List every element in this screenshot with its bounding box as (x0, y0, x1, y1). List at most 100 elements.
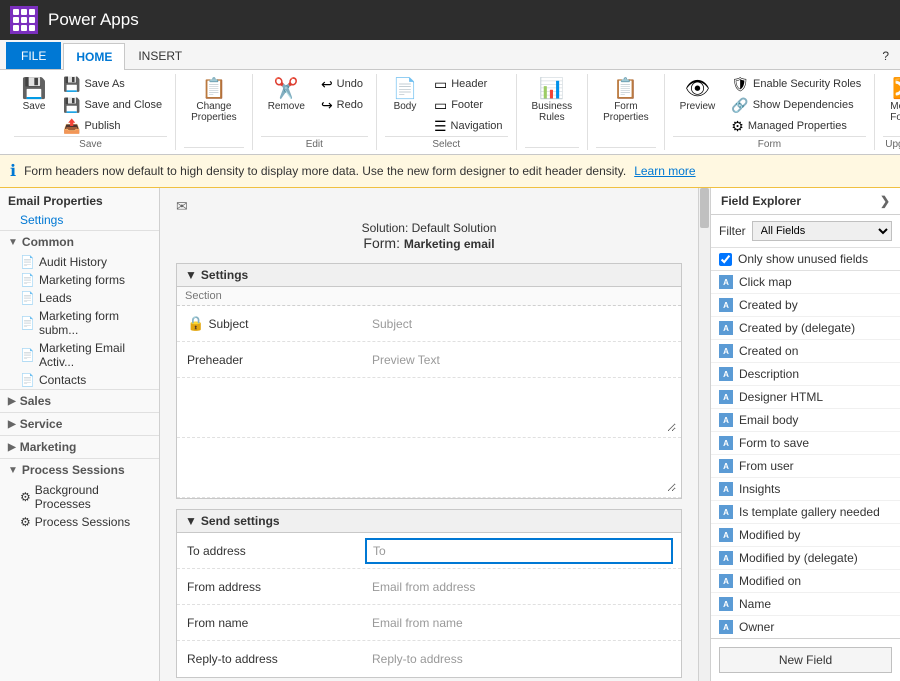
filter-select[interactable]: All Fields Required Fields Custom Fields (752, 221, 892, 241)
sidebar-marketing-forms[interactable]: 📄 Marketing forms (0, 271, 159, 289)
redo-label: Redo (337, 99, 363, 111)
sidebar-marketing-email-activ[interactable]: 📄 Marketing Email Activ... (0, 339, 159, 371)
field-list-item[interactable]: ACreated by (711, 294, 900, 317)
sidebar-background-processes[interactable]: ⚙ Background Processes (0, 481, 159, 513)
field-list-item[interactable]: AIs template gallery needed (711, 501, 900, 524)
sales-collapse-icon: ▶ (8, 396, 16, 407)
field-explorer-expand-icon[interactable]: ❯ (880, 194, 890, 208)
sidebar-process-sessions-section[interactable]: ▼ Process Sessions (0, 458, 159, 481)
tab-insert[interactable]: INSERT (125, 42, 195, 69)
body-button[interactable]: 📄 Body (385, 74, 425, 117)
contacts-icon: 📄 (20, 373, 35, 387)
textarea-row-1 (177, 378, 681, 438)
send-settings-label: Send settings (201, 514, 280, 528)
header-button[interactable]: ▭ Header (429, 74, 508, 94)
ribbon-group-edit: ✂️ Remove ↩ Undo ↪ Redo Edit (253, 74, 377, 150)
only-unused-checkbox[interactable] (719, 253, 732, 266)
form-editor-scrollbar[interactable] (698, 188, 710, 681)
preheader-input[interactable] (365, 348, 673, 372)
ps-collapse-icon: ▼ (8, 465, 18, 476)
field-list-item[interactable]: AOwner (711, 616, 900, 638)
sidebar-settings[interactable]: Settings (0, 210, 159, 230)
merge-forms-button[interactable]: 🔀 MergeForms (883, 74, 900, 128)
field-item-label: From user (739, 459, 794, 473)
ps-item-icon: ⚙ (20, 515, 31, 529)
undo-redo-group: ↩ Undo ↪ Redo (316, 74, 368, 115)
field-list-item[interactable]: AModified on (711, 570, 900, 593)
sidebar-contacts[interactable]: 📄 Contacts (0, 371, 159, 389)
show-deps-button[interactable]: 🔗 Show Dependencies (726, 95, 866, 115)
section-label: Section (177, 287, 681, 306)
navigation-label: Navigation (451, 120, 503, 132)
form-props-label: FormProperties (603, 101, 649, 123)
save-button[interactable]: 💾 Save (14, 74, 54, 117)
footer-button[interactable]: ▭ Footer (429, 95, 508, 115)
send-settings-title[interactable]: ▼ Send settings (177, 510, 681, 533)
deps-label: Show Dependencies (753, 99, 854, 111)
enable-security-button[interactable]: 🛡 Enable Security Roles (726, 74, 866, 94)
info-learn-more-link[interactable]: Learn more (634, 164, 695, 178)
ribbon-group-change-props: 📋 ChangeProperties (176, 74, 253, 150)
reply-to-input-container (357, 641, 681, 677)
from-address-input[interactable] (365, 575, 673, 599)
field-list-item[interactable]: ACreated by (delegate) (711, 317, 900, 340)
subject-input[interactable] (365, 312, 673, 336)
field-list-item[interactable]: AModified by (delegate) (711, 547, 900, 570)
form-properties-button[interactable]: 📋 FormProperties (596, 74, 656, 128)
field-list-item[interactable]: AForm to save (711, 432, 900, 455)
ps-item-label: Process Sessions (35, 515, 130, 529)
sidebar-leads[interactable]: 📄 Leads (0, 289, 159, 307)
app-title: Power Apps (48, 10, 139, 30)
change-props-content: 📋 ChangeProperties (184, 74, 244, 147)
settings-section: ▼ Settings Section 🔒 Subject Preheader (176, 263, 682, 499)
settings-section-title[interactable]: ▼ Settings (177, 264, 681, 287)
sidebar-sales-section[interactable]: ▶ Sales (0, 389, 159, 412)
field-list-item[interactable]: ADesigner HTML (711, 386, 900, 409)
remove-icon: ✂️ (274, 79, 299, 99)
tab-home[interactable]: HOME (63, 43, 125, 70)
sidebar-process-sessions[interactable]: ⚙ Process Sessions (0, 513, 159, 531)
save-as-button[interactable]: 💾 Save As (58, 74, 167, 94)
field-type-icon: A (719, 275, 733, 289)
reply-to-input[interactable] (365, 647, 673, 671)
managed-props-button[interactable]: ⚙ Managed Properties (726, 116, 866, 136)
field-list-item[interactable]: ACreated on (711, 340, 900, 363)
redo-button[interactable]: ↪ Redo (316, 95, 368, 115)
field-list-item[interactable]: AName (711, 593, 900, 616)
sidebar-marketing-form-subm[interactable]: 📄 Marketing form subm... (0, 307, 159, 339)
field-type-icon: A (719, 367, 733, 381)
to-address-input[interactable] (365, 538, 673, 564)
textarea-field-1[interactable] (181, 382, 677, 433)
to-address-label: To address (177, 533, 357, 568)
sidebar-audit-history[interactable]: 📄 Audit History (0, 253, 159, 271)
app-grid-icon[interactable] (10, 6, 38, 34)
undo-button[interactable]: ↩ Undo (316, 74, 368, 94)
ribbon-group-business-rules: 📊 BusinessRules (517, 74, 589, 150)
new-field-button[interactable]: New Field (719, 647, 892, 673)
navigation-button[interactable]: ☰ Navigation (429, 116, 508, 136)
tab-help[interactable]: ? (871, 42, 900, 69)
tab-file[interactable]: FILE (6, 42, 61, 69)
info-message: Form headers now default to high density… (24, 164, 626, 178)
sidebar-marketing-section[interactable]: ▶ Marketing (0, 435, 159, 458)
sidebar-service-section[interactable]: ▶ Service (0, 412, 159, 435)
field-list-item[interactable]: AFrom user (711, 455, 900, 478)
mf-subm-label: Marketing form subm... (39, 309, 151, 337)
publish-button[interactable]: 📤 Publish (58, 116, 167, 136)
textarea-field-2[interactable] (181, 442, 677, 493)
remove-button[interactable]: ✂️ Remove (261, 74, 312, 117)
field-list-item[interactable]: ADescription (711, 363, 900, 386)
field-list-item[interactable]: AEmail body (711, 409, 900, 432)
field-list-item[interactable]: AModified by (711, 524, 900, 547)
sidebar-common-section[interactable]: ▼ Common (0, 230, 159, 253)
field-type-icon: A (719, 344, 733, 358)
common-label: Common (22, 235, 74, 249)
preview-button[interactable]: 👁 Preview (673, 74, 723, 117)
scroll-thumb[interactable] (700, 188, 709, 228)
business-rules-button[interactable]: 📊 BusinessRules (525, 74, 580, 128)
field-list-item[interactable]: AInsights (711, 478, 900, 501)
save-close-button[interactable]: 💾 Save and Close (58, 95, 167, 115)
field-list-item[interactable]: AClick map (711, 271, 900, 294)
change-properties-button[interactable]: 📋 ChangeProperties (184, 74, 244, 128)
from-name-input[interactable] (365, 611, 673, 635)
